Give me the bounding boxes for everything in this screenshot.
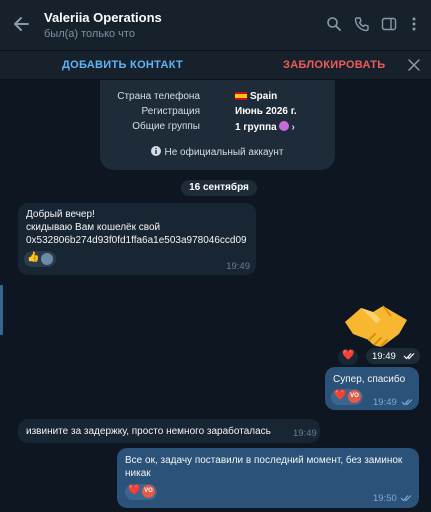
reactor-avatar — [41, 253, 53, 265]
common-groups-value[interactable]: 1 группа › — [235, 121, 295, 133]
date-separator: 16 сентября — [181, 180, 257, 196]
reactor-avatar: VO — [142, 485, 155, 498]
reaction-thumbs-up[interactable]: 👍 — [24, 251, 56, 267]
registration-label: Регистрация — [141, 106, 200, 117]
chat-title[interactable]: Valeriia Operations — [44, 10, 162, 25]
registration-value: Июнь 2026 г. — [235, 106, 297, 117]
search-icon[interactable] — [326, 16, 342, 32]
message-text: Добрый вечер! скидываю Вам кошелёк свой … — [26, 209, 247, 246]
registration-row: Регистрация Июнь 2026 г. — [100, 106, 335, 120]
phone-country-label: Страна телефона — [117, 91, 200, 102]
sidebar-toggle-icon[interactable] — [381, 16, 397, 32]
message-time: 19:50 — [373, 493, 397, 504]
back-arrow-icon[interactable] — [12, 14, 32, 34]
phone-country-value: Spain — [235, 91, 277, 102]
contact-info-card: Страна телефона Spain Регистрация Июнь 2… — [100, 80, 335, 170]
contact-action-bar: ДОБАВИТЬ КОНТАКТ ЗАБЛОКИРОВАТЬ — [0, 51, 431, 80]
more-options-icon[interactable] — [406, 16, 422, 32]
group-avatar-icon — [278, 121, 289, 131]
block-button[interactable]: ЗАБЛОКИРОВАТЬ — [283, 59, 385, 71]
add-contact-button[interactable]: ДОБАВИТЬ КОНТАКТ — [62, 59, 183, 71]
handshake-sticker[interactable] — [343, 300, 409, 350]
message-text: Супер, спасибо — [333, 374, 406, 385]
reaction-heart[interactable]: ❤️ — [338, 349, 358, 365]
unread-marker — [0, 285, 3, 335]
chat-area[interactable]: Страна телефона Spain Регистрация Июнь 2… — [0, 80, 431, 512]
chat-header: Valeriia Operations был(а) только что — [0, 0, 431, 51]
read-checks-icon — [403, 353, 415, 360]
message-incoming[interactable]: извините за задержку, просто немного зар… — [18, 419, 320, 443]
read-checks-icon — [401, 399, 413, 406]
message-text: Все ок, задачу поставили в последний мом… — [125, 455, 403, 479]
read-checks-icon — [400, 495, 412, 502]
spain-flag-icon — [235, 92, 247, 100]
message-time: 19:49 — [226, 261, 250, 272]
reactor-avatar: VO — [348, 390, 361, 403]
reaction-heart[interactable]: ❤️ VO — [125, 484, 157, 500]
message-time: 19:49 — [293, 428, 317, 439]
info-icon — [151, 146, 162, 156]
phone-country-row: Страна телефона Spain — [100, 91, 335, 105]
common-groups-label: Общие группы — [132, 121, 200, 132]
message-outgoing[interactable]: Все ок, задачу поставили в последний мом… — [117, 448, 419, 508]
sticker-time-pill: 19:49 — [366, 348, 420, 364]
chat-status: был(а) только что — [44, 28, 135, 40]
close-icon[interactable] — [408, 59, 420, 71]
message-text: извините за задержку, просто немного зар… — [26, 426, 271, 437]
reaction-heart[interactable]: ❤️ VO — [331, 389, 363, 405]
message-incoming[interactable]: Добрый вечер! скидываю Вам кошелёк свой … — [18, 203, 256, 275]
phone-call-icon[interactable] — [354, 16, 370, 32]
message-outgoing[interactable]: Супер, спасибо ❤️ VO 19:49 — [325, 367, 419, 410]
message-time: 19:49 — [373, 397, 397, 408]
common-groups-row[interactable]: Общие группы 1 группа › — [100, 121, 335, 135]
unofficial-account-notice: Не официальный аккаунт — [100, 146, 335, 158]
